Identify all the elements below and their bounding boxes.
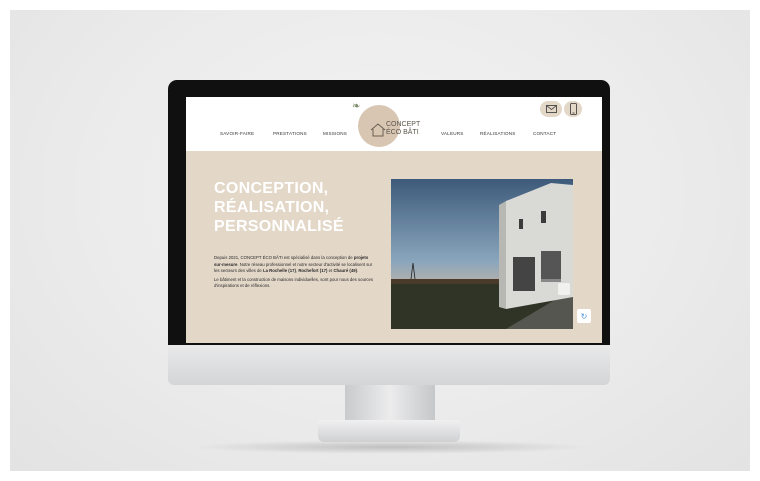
text-run-bold: La Rochelle (17) — [262, 268, 296, 274]
nav-valeurs[interactable]: VALEURS — [441, 131, 464, 136]
text-run: Depuis 2021, CONCEPT ÉCO BÂTI est spécia… — [214, 255, 354, 260]
logo-wordmark: CONCEPT ÉCO BÂTI — [386, 121, 420, 136]
logo-line-1: CONCEPT — [386, 121, 421, 128]
nav-savoir-faire[interactable]: SAVOIR-FAIRE — [220, 131, 254, 136]
monitor-stand-neck — [345, 385, 435, 423]
monitor-shadow — [190, 440, 590, 454]
nav-realisations[interactable]: RÉALISATIONS — [480, 131, 516, 136]
phone-icon[interactable] — [564, 101, 582, 117]
logo-line-2: ÉCO BÂTI — [386, 128, 419, 136]
leaf-icon: ❧ — [352, 101, 361, 112]
text-run-bold: Chauré (49) — [333, 268, 358, 274]
nav-missions[interactable]: MISSIONS — [323, 131, 347, 136]
monitor-stand-foot — [318, 420, 460, 442]
mail-icon[interactable] — [540, 101, 562, 117]
text-run: . — [357, 268, 359, 274]
monitor-chin — [168, 345, 610, 385]
nav-prestations[interactable]: PRESTATIONS — [273, 131, 307, 136]
hero-title-line: PERSONNALISÉ — [214, 218, 344, 235]
hero-title-line: CONCEPTION, — [214, 180, 329, 197]
website-screen: SAVOIR-FAIRE PRESTATIONS MISSIONS ❧ CONC… — [186, 97, 602, 343]
hero-title-line: RÉALISATION, — [214, 199, 330, 216]
recaptcha-badge[interactable]: ↻ — [577, 309, 591, 323]
hero-paragraph-2: Le bâtiment et la construction de maison… — [214, 276, 374, 289]
hero-paragraph-1: Depuis 2021, CONCEPT ÉCO BÂTI est spécia… — [214, 255, 374, 275]
house-photo — [391, 179, 573, 329]
text-run-bold: Rochefort (17) — [298, 268, 328, 274]
scroll-top-button[interactable] — [558, 283, 570, 295]
house-icon — [370, 123, 386, 137]
hero-title: CONCEPTION, RÉALISATION, PERSONNALISÉ — [214, 179, 404, 236]
nav-contact[interactable]: CONTACT — [533, 131, 556, 136]
hero-description: Depuis 2021, CONCEPT ÉCO BÂTI est spécia… — [214, 255, 374, 292]
site-header: SAVOIR-FAIRE PRESTATIONS MISSIONS ❧ CONC… — [186, 97, 602, 151]
